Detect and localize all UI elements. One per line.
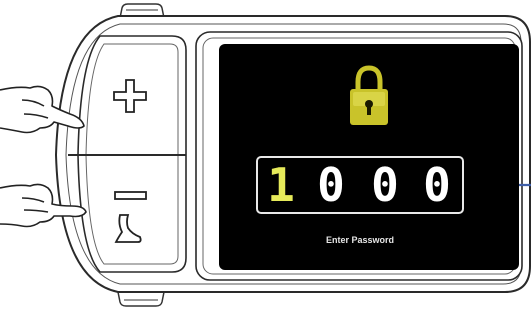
password-digit[interactable]: 1	[260, 161, 302, 209]
password-digit[interactable]: 0	[364, 161, 406, 209]
walk-assist-button[interactable]	[90, 212, 176, 264]
plus-button[interactable]	[90, 46, 176, 152]
password-digit[interactable]: 0	[310, 161, 352, 209]
device-illustration: 1 0 0 0 Enter Password	[0, 0, 531, 309]
minus-icon	[114, 191, 147, 200]
minus-button[interactable]	[90, 158, 176, 210]
password-prompt-label: Enter Password	[325, 235, 395, 245]
password-digit[interactable]: 0	[416, 161, 458, 209]
bottom-mount-tab	[117, 291, 165, 307]
